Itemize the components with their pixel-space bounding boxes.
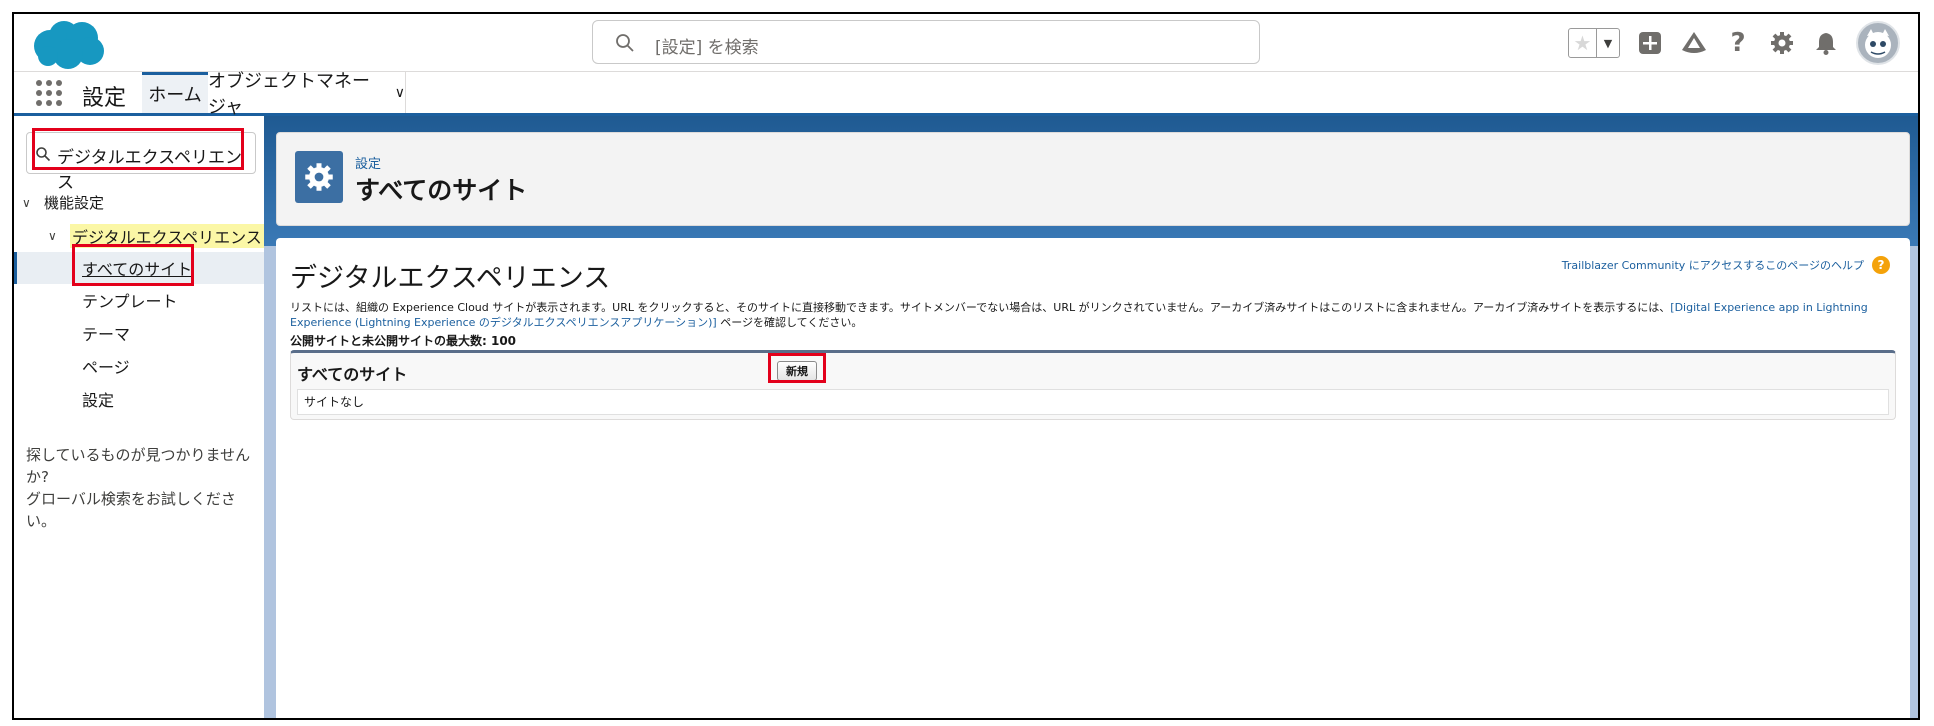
favorites-button[interactable]: ★ ▼ xyxy=(1568,28,1620,58)
app-nav-bar: 設定 ホーム オブジェクトマネージャ ∨ xyxy=(14,71,1918,118)
app-name: 設定 xyxy=(82,86,127,111)
content-panel: デジタルエクスペリエンス Trailblazer Community にアクセス… xyxy=(276,238,1910,718)
add-icon[interactable] xyxy=(1636,29,1664,57)
breadcrumb[interactable]: 設定 xyxy=(355,153,381,172)
max-sites-label: 公開サイトと未公開サイトの最大数: 100 xyxy=(290,334,517,348)
gear-icon[interactable] xyxy=(1768,29,1796,57)
chevron-down-icon[interactable]: ∨ xyxy=(22,196,38,210)
highlight-box-quickfind xyxy=(32,128,244,170)
sidebar-item-pages[interactable]: ページ xyxy=(14,350,264,382)
sidebar-item-label: テンプレート xyxy=(82,292,178,311)
highlight-box-all-sites xyxy=(72,244,194,286)
all-sites-block: すべてのサイト 新規 サイトなし xyxy=(290,350,1896,420)
app-window: [設定] を検索 ★ ▼ ? 設定 ホーム オブジェクトマネージャ ∨ デジタル… xyxy=(12,12,1920,720)
search-icon xyxy=(616,34,634,52)
sidebar-item-label: ページ xyxy=(82,358,130,377)
sidebar-item-label: テーマ xyxy=(82,325,131,344)
bell-icon[interactable] xyxy=(1812,29,1840,57)
app-launcher-icon[interactable] xyxy=(36,80,62,106)
search-placeholder: [設定] を検索 xyxy=(655,38,759,58)
trailhead-icon[interactable] xyxy=(1680,29,1708,57)
gear-icon xyxy=(295,151,343,203)
page-header: 設定 すべてのサイト xyxy=(276,132,1910,226)
chevron-down-icon[interactable]: ∨ xyxy=(48,229,64,243)
help-icon[interactable]: ? xyxy=(1724,28,1752,58)
sidebar-item-themes[interactable]: テーマ xyxy=(14,317,264,349)
star-icon[interactable]: ★ xyxy=(1569,29,1597,57)
tab-object-manager[interactable]: オブジェクトマネージャ ∨ xyxy=(208,71,406,118)
salesforce-logo[interactable] xyxy=(28,18,108,70)
help-icon[interactable]: ? xyxy=(1872,256,1890,274)
page-title: すべてのサイト xyxy=(355,176,528,205)
description-body: リストには、組織の Experience Cloud サイトが表示されます。UR… xyxy=(290,301,1671,314)
tab-object-manager-label: オブジェクトマネージャ xyxy=(208,70,370,118)
help-link-label[interactable]: Trailblazer Community にアクセスするこのページのヘルプ xyxy=(1562,257,1864,273)
global-header: [設定] を検索 ★ ▼ ? xyxy=(14,14,1918,72)
global-search-input[interactable]: [設定] を検索 xyxy=(592,20,1260,64)
sidebar-item-label: 設定 xyxy=(82,391,115,410)
header-icons: ★ ▼ ? xyxy=(1568,20,1900,66)
not-found-line-2: グローバル検索をお試しください。 xyxy=(26,490,236,530)
chevron-down-icon[interactable]: ▼ xyxy=(1597,29,1619,57)
empty-list-row: サイトなし xyxy=(297,389,1889,415)
help-link[interactable]: Trailblazer Community にアクセスするこのページのヘルプ ? xyxy=(1562,256,1890,274)
main-area: 設定 すべてのサイト デジタルエクスペリエンス Trailblazer Comm… xyxy=(264,116,1918,718)
avatar[interactable] xyxy=(1856,21,1900,65)
sidebar-item-templates[interactable]: テンプレート xyxy=(14,284,264,316)
sidebar-item-settings[interactable]: 設定 xyxy=(14,383,264,415)
chevron-down-icon[interactable]: ∨ xyxy=(395,85,405,101)
tree-section-feature-settings[interactable]: ∨ 機能設定 xyxy=(22,192,104,213)
setup-sidebar: デジタルエクスペリエンス ∨ 機能設定 ∨ デジタルエクスペリエンス すべてのサ… xyxy=(14,116,264,718)
block-title: すべてのサイト xyxy=(297,365,408,384)
description-tail: ページを確認してください。 xyxy=(716,316,863,329)
not-found-hint: 探しているものが見つかりませんか? グローバル検索をお試しください。 xyxy=(26,444,264,532)
tab-home[interactable]: ホーム xyxy=(142,72,208,113)
tree-section-label: 機能設定 xyxy=(44,194,105,212)
highlight-box-new-button xyxy=(768,353,826,383)
not-found-line-1: 探しているものが見つかりませんか? xyxy=(26,446,251,486)
content-title: デジタルエクスペリエンス xyxy=(290,263,611,294)
description-text: リストには、組織の Experience Cloud サイトが表示されます。UR… xyxy=(290,300,1890,330)
